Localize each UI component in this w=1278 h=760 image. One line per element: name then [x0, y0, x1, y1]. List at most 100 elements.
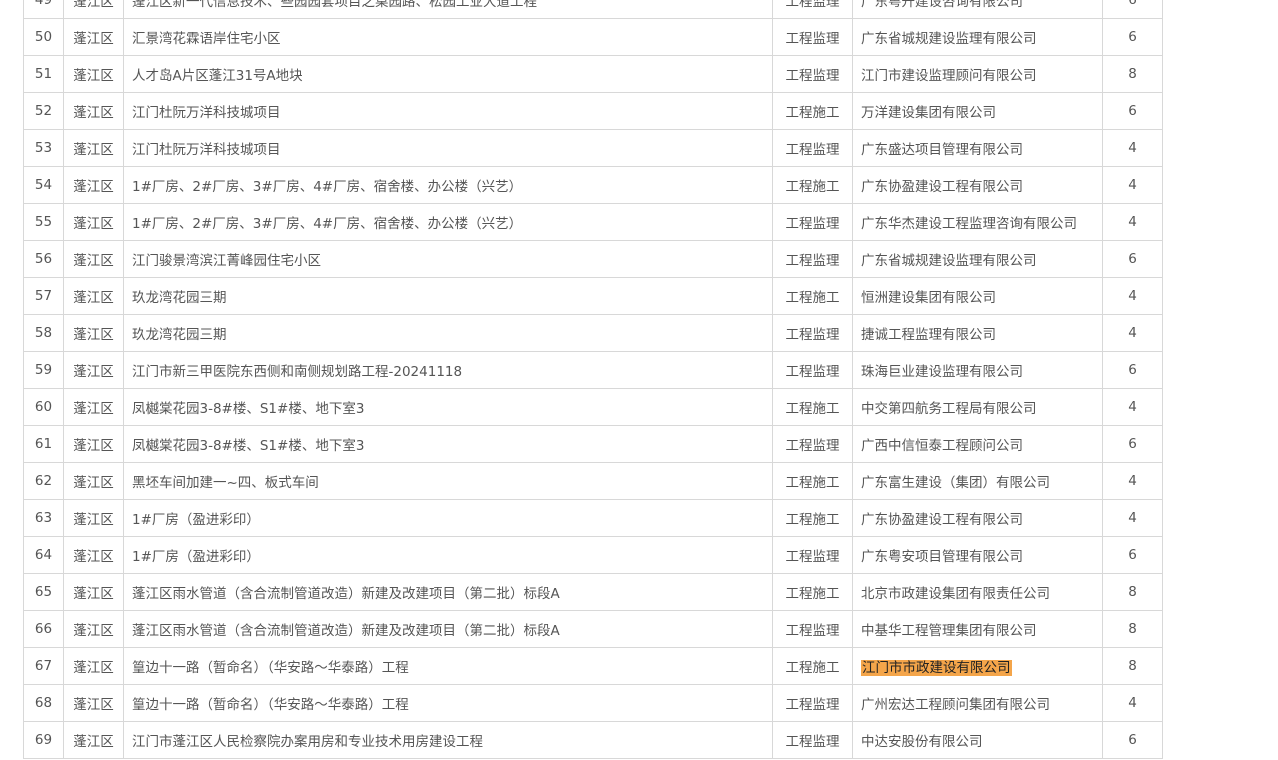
row-number-cell: 49 [23, 0, 64, 19]
project-name-cell: 1#厂房、2#厂房、3#厂房、4#厂房、宿舍楼、办公楼（兴艺） [123, 166, 773, 204]
table-row: 64 蓬江区 1#厂房（盈进彩印） 工程监理 广东粤安项目管理有限公司 6 [23, 536, 1163, 574]
work-type-cell: 工程监理 [772, 721, 853, 759]
work-type-cell: 工程监理 [772, 129, 853, 167]
project-name-cell: 玖龙湾花园三期 [123, 314, 773, 352]
table-row: 62 蓬江区 黑坯车间加建一~四、板式车间 工程施工 广东富生建设（集团）有限公司 4 [23, 462, 1163, 500]
district-cell: 蓬江区 [63, 129, 124, 167]
work-type-cell: 工程监理 [772, 55, 853, 93]
work-type-cell: 工程监理 [772, 314, 853, 352]
score-cell: 6 [1102, 425, 1163, 463]
score-cell: 8 [1102, 647, 1163, 685]
company-name-cell: 珠海巨业建设监理有限公司 [852, 351, 1103, 389]
work-type-cell: 工程施工 [772, 277, 853, 315]
company-name-cell: 广东盛达项目管理有限公司 [852, 129, 1103, 167]
company-name-cell: 广东华杰建设工程监理咨询有限公司 [852, 203, 1103, 241]
row-number-cell: 63 [23, 499, 64, 537]
district-cell: 蓬江区 [63, 647, 124, 685]
district-cell: 蓬江区 [63, 55, 124, 93]
work-type-cell: 工程施工 [772, 462, 853, 500]
district-cell: 蓬江区 [63, 240, 124, 278]
company-name-cell: 广东省城规建设监理有限公司 [852, 240, 1103, 278]
district-cell: 蓬江区 [63, 388, 124, 426]
results-table: 49 蓬江区 蓬江区新一代信息技术、些园园套项目之桌园路、松园工业大道工程 工程监理广… [23, 0, 1163, 759]
table-row: 50 蓬江区 汇景湾花霖语岸住宅小区 工程监理 广东省城规建设监理有限公司 6 [23, 18, 1163, 56]
work-type-cell: 工程监理 [772, 351, 853, 389]
district-cell: 蓬江区 [63, 573, 124, 611]
table-row: 52 蓬江区 江门杜阮万洋科技城项目 工程施工 万洋建设集团有限公司 6 [23, 92, 1163, 130]
row-number-cell: 64 [23, 536, 64, 574]
company-name-cell: 广东协盈建设工程有限公司 [852, 166, 1103, 204]
row-number-cell: 69 [23, 721, 64, 759]
company-name-cell: 北京市政建设集团有限责任公司 [852, 573, 1103, 611]
work-type-cell: 工程施工 [772, 499, 853, 537]
work-type-cell: 工程监理 [772, 536, 853, 574]
company-name-cell: 捷诚工程监理有限公司 [852, 314, 1103, 352]
district-cell: 蓬江区 [63, 351, 124, 389]
company-name-cell: 中交第四航务工程局有限公司 [852, 388, 1103, 426]
project-name-cell: 玖龙湾花园三期 [123, 277, 773, 315]
table-row: 51 蓬江区 人才岛A片区蓬江31号A地块 工程监理 江门市建设监理顾问有限公司 8 [23, 55, 1163, 93]
work-type-cell: 工程监理 [772, 203, 853, 241]
work-type-cell: 工程监理 [772, 240, 853, 278]
district-cell: 蓬江区 [63, 92, 124, 130]
project-name-cell: 篁边十一路（暂命名）（华安路～华泰路）工程 [123, 647, 773, 685]
project-name-cell: 人才岛A片区蓬江31号A地块 [123, 55, 773, 93]
row-number-cell: 67 [23, 647, 64, 685]
district-cell: 蓬江区 [63, 203, 124, 241]
table-row: 68 蓬江区 篁边十一路（暂命名）（华安路～华泰路）工程 工程监理 广州宏达工程顾问集团… [23, 684, 1163, 722]
table-row: 65 蓬江区 蓬江区雨水管道（含合流制管道改造）新建及改建项目（第二批）标段A 工程施… [23, 573, 1163, 611]
company-name-cell: 恒洲建设集团有限公司 [852, 277, 1103, 315]
table-row: 66 蓬江区 蓬江区雨水管道（含合流制管道改造）新建及改建项目（第二批）标段A 工程监… [23, 610, 1163, 648]
company-name-cell: 广东协盈建设工程有限公司 [852, 499, 1103, 537]
score-cell: 6 [1102, 18, 1163, 56]
table-row: 49 蓬江区 蓬江区新一代信息技术、些园园套项目之桌园路、松园工业大道工程 工程监理广… [23, 0, 1163, 19]
score-cell: 8 [1102, 610, 1163, 648]
row-number-cell: 58 [23, 314, 64, 352]
score-cell: 4 [1102, 314, 1163, 352]
work-type-cell: 工程监理 [772, 18, 853, 56]
project-name-cell: 江门杜阮万洋科技城项目 [123, 92, 773, 130]
district-cell: 蓬江区 [63, 166, 124, 204]
work-type-cell: 工程监理 [772, 684, 853, 722]
row-number-cell: 61 [23, 425, 64, 463]
score-cell: 4 [1102, 277, 1163, 315]
project-name-cell: 篁边十一路（暂命名）（华安路～华泰路）工程 [123, 684, 773, 722]
score-cell: 4 [1102, 166, 1163, 204]
project-name-cell: 1#厂房（盈进彩印） [123, 536, 773, 574]
search-highlight: 江门市市政建设有限公司 [861, 660, 1012, 676]
project-name-cell: 蓬江区雨水管道（含合流制管道改造）新建及改建项目（第二批）标段A [123, 610, 773, 648]
project-name-cell: 1#厂房、2#厂房、3#厂房、4#厂房、宿舍楼、办公楼（兴艺） [123, 203, 773, 241]
row-number-cell: 51 [23, 55, 64, 93]
row-number-cell: 55 [23, 203, 64, 241]
work-type-cell: 工程施工 [772, 92, 853, 130]
row-number-cell: 65 [23, 573, 64, 611]
company-name-cell: 万洋建设集团有限公司 [852, 92, 1103, 130]
company-name-cell: 中达安股份有限公司 [852, 721, 1103, 759]
score-cell: 4 [1102, 388, 1163, 426]
district-cell: 蓬江区 [63, 277, 124, 315]
row-number-cell: 50 [23, 18, 64, 56]
table-row: 63 蓬江区 1#厂房（盈进彩印） 工程施工 广东协盈建设工程有限公司 4 [23, 499, 1163, 537]
row-number-cell: 68 [23, 684, 64, 722]
company-name-cell: 广东省城规建设监理有限公司 [852, 18, 1103, 56]
project-name-cell: 凤樾棠花园3-8#楼、S1#楼、地下室3 [123, 425, 773, 463]
table-row: 69 蓬江区 江门市蓬江区人民检察院办案用房和专业技术用房建设工程 工程监理 中达安股份… [23, 721, 1163, 759]
work-type-cell: 工程监理 [772, 0, 853, 19]
score-cell: 6 [1102, 351, 1163, 389]
score-cell: 6 [1102, 0, 1163, 19]
district-cell: 蓬江区 [63, 462, 124, 500]
district-cell: 蓬江区 [63, 684, 124, 722]
district-cell: 蓬江区 [63, 721, 124, 759]
score-cell: 4 [1102, 499, 1163, 537]
district-cell: 蓬江区 [63, 18, 124, 56]
project-name-cell: 黑坯车间加建一~四、板式车间 [123, 462, 773, 500]
project-name-cell: 江门骏景湾滨江菁峰园住宅小区 [123, 240, 773, 278]
work-type-cell: 工程施工 [772, 647, 853, 685]
work-type-cell: 工程施工 [772, 388, 853, 426]
district-cell: 蓬江区 [63, 0, 124, 19]
table-row: 57 蓬江区 玖龙湾花园三期 工程施工 恒洲建设集团有限公司 4 [23, 277, 1163, 315]
company-name-cell: 中基华工程管理集团有限公司 [852, 610, 1103, 648]
company-name-cell: 广东粤升建设咨询有限公司 [852, 0, 1103, 19]
results-table-body: 49 蓬江区 蓬江区新一代信息技术、些园园套项目之桌园路、松园工业大道工程 工程监理广… [23, 0, 1163, 759]
work-type-cell: 工程施工 [772, 166, 853, 204]
